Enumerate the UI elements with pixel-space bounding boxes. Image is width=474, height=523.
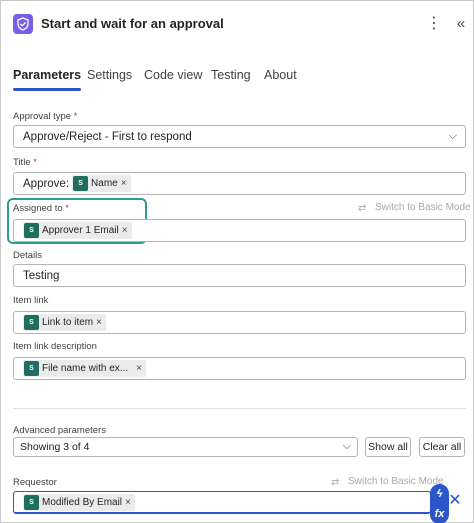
advanced-parameters-value: Showing 3 of 4 [20, 441, 90, 453]
advanced-parameters-label: Advanced parameters [13, 425, 106, 436]
sharepoint-icon: S [24, 361, 39, 376]
collapse-icon[interactable]: « [453, 15, 469, 33]
link-to-item-token[interactable]: S Link to item × [23, 314, 106, 331]
remove-token-icon[interactable]: × [121, 178, 127, 189]
details-value: Testing [23, 269, 60, 282]
approval-type-value: Approve/Reject - First to respond [23, 130, 192, 143]
tab-code-view[interactable]: Code view [144, 63, 202, 89]
dynamic-content-actions: ϟ fx [430, 484, 449, 523]
switch-mode-icon: ⇄ [358, 202, 367, 214]
title-label: Title * [13, 157, 37, 168]
close-icon[interactable]: ✕ [448, 493, 462, 509]
assigned-to-switch-basic[interactable]: ⇄ Switch to Basic Mode [358, 202, 471, 214]
requestor-label: Requestor [13, 477, 57, 488]
sharepoint-icon: S [24, 223, 39, 238]
modified-by-email-token[interactable]: S Modified By Email × [23, 493, 135, 511]
approval-type-dropdown[interactable]: Approve/Reject - First to respond ⌵ [13, 125, 466, 148]
sharepoint-icon: S [24, 494, 39, 510]
approver-email-token[interactable]: S Approver 1 Email × [23, 222, 132, 239]
section-divider [13, 408, 466, 409]
requestor-switch-basic[interactable]: ⇄ Switch to Basic Mode [331, 476, 444, 488]
sharepoint-icon: S [24, 315, 39, 330]
chevron-down-icon: ⌵ [342, 440, 351, 452]
panel-header: Start and wait for an approval ⋮ « [1, 1, 474, 47]
details-input[interactable]: Testing [13, 264, 466, 287]
remove-token-icon[interactable]: × [125, 497, 131, 508]
tab-about[interactable]: About [264, 63, 297, 89]
title-input[interactable]: Approve: S Name × [13, 172, 466, 195]
more-options-icon[interactable]: ⋮ [426, 15, 442, 33]
approval-type-label: Approval type * [13, 111, 78, 122]
sharepoint-icon: S [73, 176, 89, 191]
item-link-description-label: Item link description [13, 341, 97, 352]
requestor-input[interactable]: S Modified By Email × [13, 491, 431, 514]
item-link-description-input[interactable]: S File name with ex... × [13, 357, 466, 380]
advanced-parameters-dropdown[interactable]: Showing 3 of 4 ⌵ [13, 437, 358, 457]
dynamic-content-icon[interactable]: ϟ [437, 487, 443, 501]
assigned-to-label: Assigned to * [13, 203, 69, 214]
title-name-token[interactable]: S Name × [72, 175, 131, 192]
switch-mode-icon: ⇄ [331, 476, 340, 488]
tab-parameters[interactable]: Parameters [13, 63, 82, 91]
panel-title: Start and wait for an approval [41, 16, 224, 31]
clear-all-button[interactable]: Clear all [419, 437, 465, 457]
remove-token-icon[interactable]: × [96, 317, 102, 328]
tab-settings[interactable]: Settings [87, 63, 132, 89]
approval-panel: Start and wait for an approval ⋮ « Param… [0, 0, 474, 523]
show-all-button[interactable]: Show all [365, 437, 411, 457]
details-label: Details [13, 250, 43, 261]
remove-token-icon[interactable]: × [136, 363, 142, 374]
chevron-down-icon: ⌵ [448, 130, 457, 142]
remove-token-icon[interactable]: × [122, 225, 128, 236]
item-link-input[interactable]: S Link to item × [13, 311, 466, 334]
item-link-label: Item link [13, 295, 49, 306]
assigned-to-input[interactable]: S Approver 1 Email × [13, 219, 466, 242]
approval-icon [13, 14, 33, 34]
tab-testing[interactable]: Testing [211, 63, 251, 89]
title-prefix: Approve: [23, 177, 70, 190]
file-name-token[interactable]: S File name with ex... × [23, 360, 146, 377]
expression-fx-icon[interactable]: fx [435, 507, 445, 521]
